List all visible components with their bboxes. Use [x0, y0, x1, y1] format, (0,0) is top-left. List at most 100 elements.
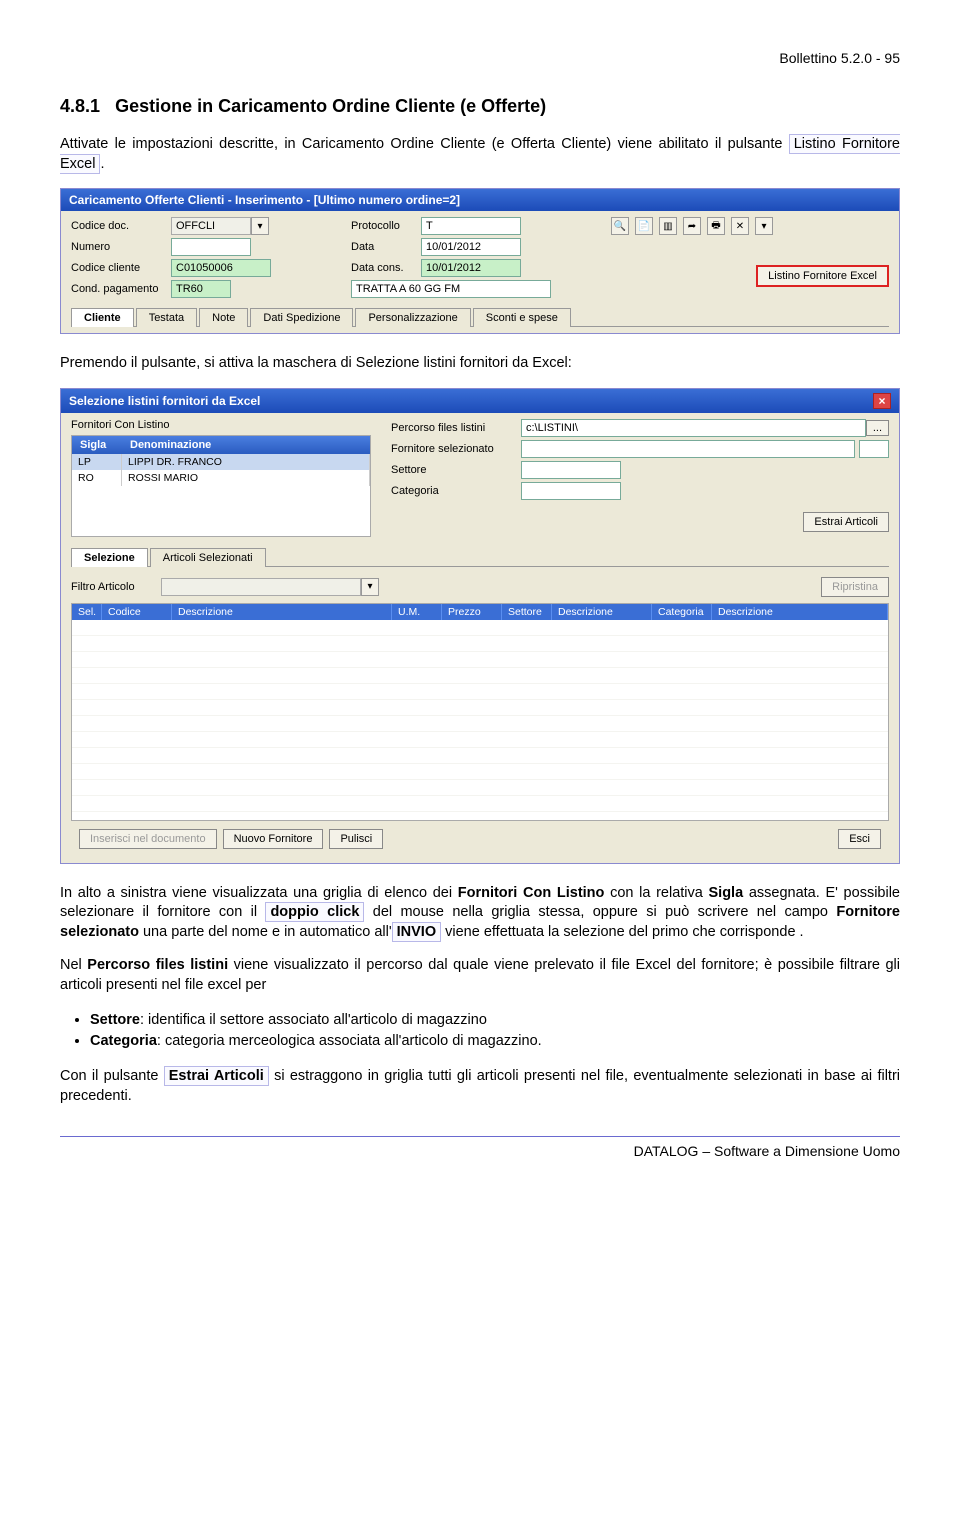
paragraph-4: Nel Percorso files listini viene visuali…: [60, 956, 900, 995]
grid-articoli[interactable]: Sel. Codice Descrizione U.M. Prezzo Sett…: [71, 603, 889, 821]
col-denominazione: Denominazione: [130, 439, 362, 451]
tab-testata[interactable]: Testata: [136, 308, 197, 327]
p5box: Estrai Articoli: [169, 1068, 264, 1084]
p5-box: Estrai Articoli: [164, 1066, 269, 1086]
page-header-ref: Bollettino 5.2.0 - 95: [60, 50, 900, 66]
btn-esci[interactable]: Esci: [838, 829, 881, 849]
col-prezzo: Prezzo: [442, 604, 502, 620]
input-protocollo[interactable]: [421, 217, 521, 235]
input-percorso[interactable]: [521, 419, 866, 437]
label-codice-cliente: Codice cliente: [71, 262, 171, 274]
grid-body-empty: [72, 620, 888, 820]
input-data[interactable]: [421, 238, 521, 256]
label-data: Data: [351, 241, 421, 253]
p3i: una parte del nome e in automatico all': [139, 924, 392, 940]
input-fornitore-sel[interactable]: [521, 440, 855, 458]
bullet-list: Settore: identifica il settore associato…: [90, 1010, 900, 1054]
dropdown-icon[interactable]: ▾: [251, 217, 269, 235]
b1t: : categoria merceologica associata all'a…: [157, 1033, 542, 1049]
input-codice-doc[interactable]: [171, 217, 251, 235]
btn-inserisci-documento: Inserisci nel documento: [79, 829, 217, 849]
input-data-cons[interactable]: [421, 259, 521, 277]
input-codice-cliente[interactable]: [171, 259, 271, 277]
btn-listino-fornitore-excel[interactable]: Listino Fornitore Excel: [756, 265, 889, 287]
col-um: U.M.: [392, 604, 442, 620]
section-title: Gestione in Caricamento Ordine Cliente (…: [115, 96, 546, 116]
close-icon[interactable]: ×: [873, 393, 891, 409]
dropdown-icon[interactable]: ▾: [755, 217, 773, 235]
bullet-settore: Settore: identifica il settore associato…: [90, 1010, 900, 1032]
label-percorso: Percorso files listini: [391, 422, 521, 434]
label-protocollo: Protocollo: [351, 220, 421, 232]
p3k: viene effettuata la selezione del primo …: [441, 924, 803, 940]
p3f: doppio click: [270, 904, 359, 920]
p3c: con la relativa: [604, 885, 708, 901]
page-footer: DATALOG – Software a Dimensione Uomo: [60, 1136, 900, 1159]
label-categoria: Categoria: [391, 485, 521, 497]
input-settore[interactable]: [521, 461, 621, 479]
label-data-cons: Data cons.: [351, 262, 421, 274]
col-descrizione: Descrizione: [172, 604, 392, 620]
input-cond-pagamento[interactable]: [171, 280, 231, 298]
tab-cliente[interactable]: Cliente: [71, 308, 134, 327]
input-categoria[interactable]: [521, 482, 621, 500]
b1b: Categoria: [90, 1033, 157, 1049]
print-icon[interactable]: 🖶: [707, 217, 725, 235]
search-icon[interactable]: 🔍: [611, 217, 629, 235]
label-numero: Numero: [71, 241, 171, 253]
input-fornitore-sigla[interactable]: [859, 440, 889, 458]
grid-row[interactable]: RO ROSSI MARIO: [72, 470, 370, 486]
label-settore: Settore: [391, 464, 521, 476]
tab-personalizzazione[interactable]: Personalizzazione: [355, 308, 470, 327]
input-filtro-articolo[interactable]: [161, 578, 361, 596]
label-cond-pagamento: Cond. pagamento: [71, 283, 171, 295]
window-title: Caricamento Offerte Clienti - Inseriment…: [69, 193, 460, 207]
p3j: INVIO: [397, 924, 436, 940]
window-title-2: Selezione listini fornitori da Excel: [69, 394, 260, 408]
grid-row[interactable]: LP LIPPI DR. FRANCO: [72, 454, 370, 470]
tab-selezione[interactable]: Selezione: [71, 548, 148, 567]
tab-dati-spedizione[interactable]: Dati Spedizione: [250, 308, 353, 327]
b0t: : identifica il settore associato all'ar…: [140, 1012, 487, 1028]
fieldset-fornitori-title: Fornitori Con Listino: [71, 419, 371, 431]
col-settore: Settore: [502, 604, 552, 620]
input-numero[interactable]: [171, 238, 251, 256]
p3a: In alto a sinistra viene visualizzata un…: [60, 885, 458, 901]
titlebar-2: Selezione listini fornitori da Excel ×: [61, 389, 899, 413]
browse-button[interactable]: ...: [866, 420, 889, 436]
cell-sigla: RO: [72, 470, 122, 486]
tab-sconti-spese[interactable]: Sconti e spese: [473, 308, 571, 327]
input-cond-pagamento-desc[interactable]: [351, 280, 551, 298]
paragraph-2: Premendo il pulsante, si attiva la masch…: [60, 354, 900, 374]
para1-text-a: Attivate le impostazioni descritte, in C…: [60, 136, 789, 152]
tab-note[interactable]: Note: [199, 308, 248, 327]
paragraph-1: Attivate le impostazioni descritte, in C…: [60, 135, 900, 174]
window-selezione-listini: Selezione listini fornitori da Excel × F…: [60, 388, 900, 864]
btn-nuovo-fornitore[interactable]: Nuovo Fornitore: [223, 829, 324, 849]
p3d: Sigla: [709, 885, 744, 901]
section-heading: 4.8.1 Gestione in Caricamento Ordine Cli…: [60, 96, 900, 117]
p3b: Fornitori Con Listino: [458, 885, 605, 901]
p4a: Nel: [60, 957, 87, 973]
doc-icon[interactable]: 📄: [635, 217, 653, 235]
btn-estrai-articoli[interactable]: Estrai Articoli: [803, 512, 889, 532]
label-filtro-articolo: Filtro Articolo: [71, 581, 161, 593]
paragraph-5: Con il pulsante Estrai Articoli si estra…: [60, 1067, 900, 1106]
grid-fornitori[interactable]: Sigla Denominazione LP LIPPI DR. FRANCO …: [71, 435, 371, 537]
col-sigla: Sigla: [80, 439, 130, 451]
delete-icon[interactable]: ✕: [731, 217, 749, 235]
col-sel: Sel.: [72, 604, 102, 620]
col-codice: Codice: [102, 604, 172, 620]
btn-pulisci[interactable]: Pulisci: [329, 829, 383, 849]
dropdown-icon[interactable]: ▾: [361, 578, 379, 596]
titlebar: Caricamento Offerte Clienti - Inseriment…: [61, 189, 899, 211]
para1-text-b: .: [100, 156, 104, 172]
p3g: del mouse nella griglia stessa, oppure s…: [364, 904, 836, 920]
forward-icon[interactable]: ➦: [683, 217, 701, 235]
p3j-box: INVIO: [392, 922, 441, 942]
columns-icon[interactable]: ▥: [659, 217, 677, 235]
window-caricamento-offerte: Caricamento Offerte Clienti - Inseriment…: [60, 188, 900, 334]
cell-denom: LIPPI DR. FRANCO: [122, 454, 370, 470]
p4b: Percorso files listini: [87, 957, 228, 973]
tab-articoli-selezionati[interactable]: Articoli Selezionati: [150, 548, 266, 567]
